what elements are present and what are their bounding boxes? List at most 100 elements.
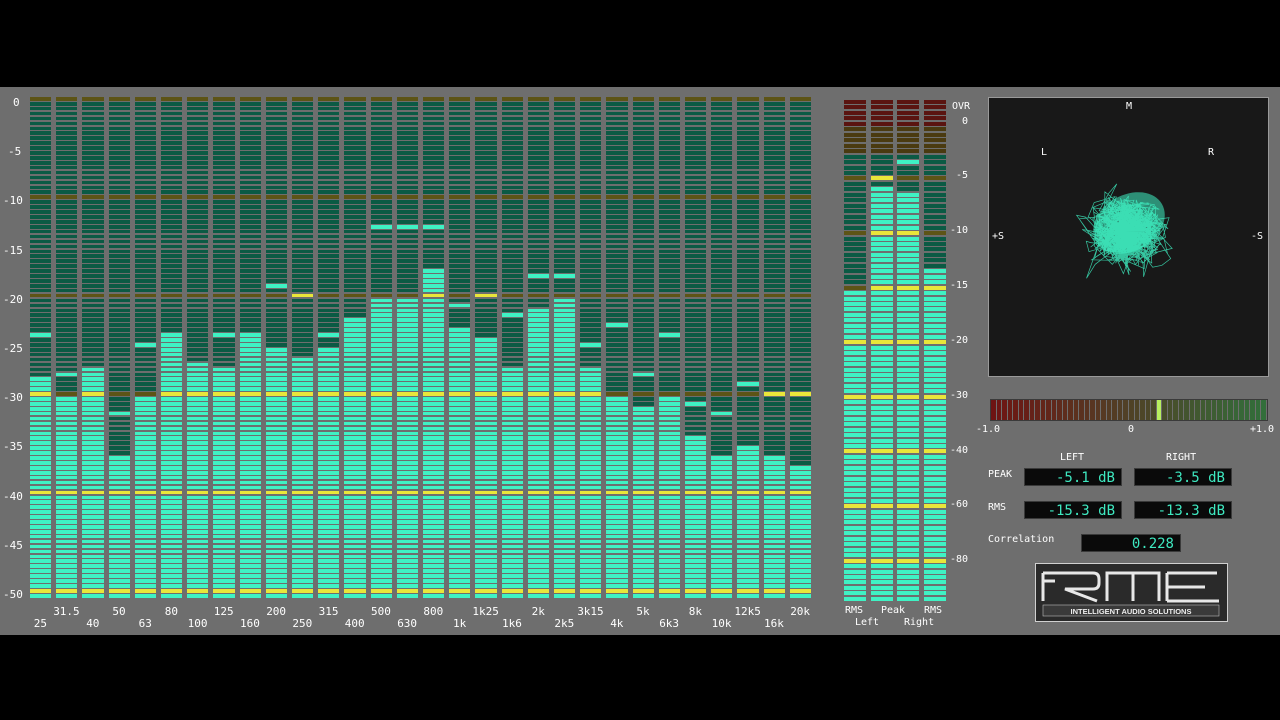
- band-segment: [344, 239, 366, 244]
- band-segment: [213, 446, 235, 450]
- frequency-label: 12k5: [734, 605, 761, 618]
- band-segment: [449, 126, 471, 131]
- band-segment: [134, 328, 156, 332]
- level-tick: 0: [962, 116, 969, 127]
- band-segment: [187, 347, 209, 352]
- band-segment: [239, 131, 261, 136]
- band-segment: [56, 470, 78, 475]
- band-segment: [265, 333, 287, 337]
- band-bar: [737, 97, 759, 602]
- band-segment: [632, 283, 654, 288]
- level-segment: [844, 312, 866, 317]
- band-segment: [737, 416, 759, 421]
- level-segment: [844, 302, 866, 307]
- band-segment: [239, 318, 261, 322]
- band-segment: [527, 416, 549, 421]
- band-segment: [554, 426, 576, 431]
- band-segment: [658, 323, 680, 327]
- band-segment: [737, 431, 759, 436]
- level-tick: -80: [950, 554, 969, 565]
- band-segment: [449, 97, 471, 101]
- band-segment: [318, 490, 340, 495]
- band-segment: [370, 318, 392, 322]
- level-segment: [897, 149, 919, 154]
- level-segment: [923, 176, 946, 181]
- band-segment: [82, 244, 104, 249]
- band-segment: [763, 416, 785, 421]
- band-segment: [475, 259, 497, 263]
- band-segment: [370, 165, 392, 170]
- band-segment: [344, 156, 366, 160]
- band-segment: [161, 392, 183, 396]
- frequency-label: 10k: [711, 617, 732, 630]
- band-segment: [449, 220, 471, 224]
- band-segment: [449, 141, 471, 145]
- band-segment: [658, 569, 680, 573]
- level-segment: [870, 585, 893, 590]
- band-segment: [789, 426, 811, 431]
- band-segment: [265, 382, 287, 386]
- band-segment: [344, 387, 366, 391]
- band-segment: [108, 170, 130, 175]
- band-segment: [423, 544, 445, 549]
- band-segment: [265, 175, 287, 180]
- band-segment: [82, 480, 104, 485]
- band-segment: [685, 549, 707, 554]
- band-segment: [265, 254, 287, 259]
- band-segment: [82, 475, 104, 480]
- level-segment: [897, 389, 919, 394]
- band-segment: [292, 121, 314, 126]
- band-segment: [685, 131, 707, 136]
- band-segment: [632, 416, 654, 421]
- band-segment: [108, 200, 130, 204]
- band-segment: [685, 259, 707, 263]
- band-segment: [527, 205, 549, 209]
- level-segment: [897, 493, 919, 498]
- band-segment: [763, 436, 785, 441]
- band-segment: [187, 180, 209, 185]
- band-segment: [580, 136, 602, 140]
- band-segment: [318, 525, 340, 529]
- meter-label-rms-left: RMS: [845, 605, 864, 616]
- band-segment: [265, 564, 287, 568]
- band-segment: [82, 283, 104, 288]
- band-segment: [763, 121, 785, 126]
- band-segment: [685, 121, 707, 126]
- band-segment: [108, 569, 130, 573]
- band-segment: [789, 259, 811, 263]
- band-segment: [423, 141, 445, 145]
- band-segment: [370, 136, 392, 140]
- band-segment: [711, 170, 733, 175]
- band-segment: [475, 101, 497, 106]
- band-segment: [239, 589, 261, 593]
- band-segment: [396, 97, 418, 101]
- band-segment: [685, 500, 707, 505]
- band-segment: [606, 343, 628, 347]
- band-segment: [292, 421, 314, 426]
- band-segment: [789, 593, 811, 598]
- band-segment: [344, 421, 366, 426]
- band-segment: [789, 313, 811, 318]
- db-tick: -30: [3, 391, 23, 404]
- band-segment: [396, 259, 418, 263]
- band-segment: [239, 574, 261, 578]
- band-segment: [580, 372, 602, 377]
- band-segment: [501, 121, 523, 126]
- band-segment: [318, 500, 340, 505]
- band-segment: [632, 165, 654, 170]
- band-segment: [554, 141, 576, 145]
- band-segment: [292, 234, 314, 239]
- band-segment: [763, 254, 785, 259]
- band-segment: [56, 569, 78, 573]
- band-segment: [632, 156, 654, 160]
- band-segment: [632, 318, 654, 322]
- band-segment: [527, 333, 549, 337]
- band-segment: [239, 259, 261, 263]
- band-segment: [527, 121, 549, 126]
- band-segment: [658, 559, 680, 564]
- band-segment: [30, 298, 52, 303]
- band-segment: [344, 333, 366, 337]
- level-segment: [870, 170, 893, 175]
- band-segment: [527, 165, 549, 170]
- band-segment: [527, 500, 549, 505]
